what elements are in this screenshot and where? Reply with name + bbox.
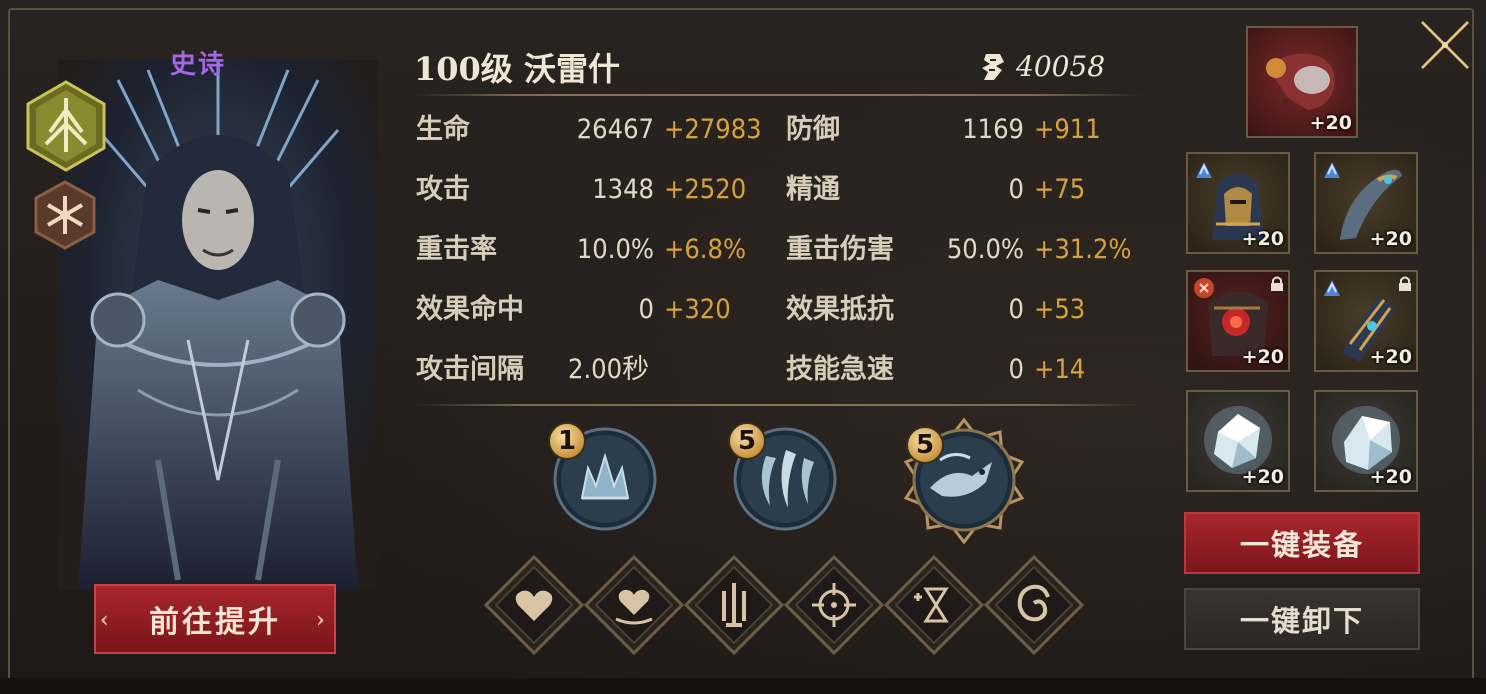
attr-haste-button[interactable] — [883, 554, 985, 656]
stat-bonus: +6.8% — [664, 234, 747, 265]
close-icon — [1420, 20, 1470, 70]
stat-base: 1348 — [592, 174, 654, 205]
stat-label: 攻击间隔 — [416, 354, 524, 385]
stat-effect-resist: 效果抵抗 0 +53 — [786, 292, 1146, 328]
stat-label: 精通 — [786, 174, 840, 205]
crosshair-icon — [783, 554, 885, 656]
stat-bonus: +75 — [1034, 174, 1086, 205]
stat-base: 1169 — [962, 114, 1024, 145]
goto-upgrade-label: 前往提升 — [149, 605, 281, 640]
header-divider — [414, 94, 1144, 96]
stat-crit-damage: 重击伤害 50.0% +31.2% — [786, 232, 1146, 268]
equip-slot-helmet[interactable]: +20 — [1186, 152, 1290, 254]
hourglass-plus-icon — [883, 554, 985, 656]
equip-level: +20 — [1241, 466, 1284, 488]
goto-upgrade-button[interactable]: ‹ 前往提升 › — [94, 584, 336, 654]
stat-bonus: +14 — [1034, 354, 1086, 385]
class-icon — [26, 80, 106, 172]
equip-slot-weapon[interactable]: +20 — [1246, 26, 1358, 138]
stat-bonus: +2520 — [664, 174, 747, 205]
equip-slot-crystal-2[interactable]: +20 — [1314, 390, 1418, 492]
attr-hp-button[interactable] — [483, 554, 585, 656]
equip-slot-blade[interactable]: +20 — [1314, 152, 1418, 254]
stat-label: 防御 — [786, 114, 840, 145]
combat-power: 40058 — [980, 50, 1105, 83]
equip-level: +20 — [1241, 228, 1284, 250]
stat-crit-rate: 重击率 10.0% +6.8% — [416, 232, 776, 268]
stat-label: 技能急速 — [786, 354, 894, 385]
set-badge-icon — [1196, 162, 1212, 178]
button-deco-right: › — [316, 607, 328, 633]
stat-base: 50.0% — [946, 234, 1024, 265]
skill-level-badge: 1 — [548, 422, 586, 460]
equip-slot-armor[interactable]: +20 — [1186, 270, 1290, 372]
set-badge-icon — [1194, 278, 1214, 298]
stat-mastery: 精通 0 +75 — [786, 172, 1146, 208]
stat-label: 攻击 — [416, 174, 470, 205]
faction-icon — [34, 180, 96, 250]
heart-heal-icon — [583, 554, 685, 656]
equip-slot-crystal-1[interactable]: +20 — [1186, 390, 1290, 492]
equip-level: +20 — [1369, 346, 1412, 368]
power-icon — [982, 53, 1004, 80]
equip-level: +20 — [1309, 112, 1352, 134]
equip-all-button[interactable]: 一键装备 — [1184, 512, 1420, 574]
equip-level: +20 — [1369, 466, 1412, 488]
rarity-label: 史诗 — [170, 50, 227, 80]
attr-crit-button[interactable] — [783, 554, 885, 656]
stat-base: 0 — [1008, 174, 1024, 205]
heart-icon — [483, 554, 585, 656]
stat-label: 重击伤害 — [786, 234, 894, 265]
stat-base: 0 — [638, 294, 654, 325]
power-value: 40058 — [1016, 50, 1106, 83]
set-badge-icon — [1324, 280, 1340, 296]
stat-base: 10.0% — [576, 234, 654, 265]
equip-level: +20 — [1241, 346, 1284, 368]
stat-effect-hit: 效果命中 0 +320 — [416, 292, 776, 328]
stat-label: 生命 — [416, 114, 470, 145]
stat-base: 0 — [1008, 354, 1024, 385]
stat-bonus: +53 — [1034, 294, 1086, 325]
skill-2[interactable]: 5 — [728, 422, 838, 532]
stat-hp: 生命 26467 +27983 — [416, 112, 776, 148]
swirl-icon — [983, 554, 1085, 656]
skill-1[interactable]: 1 — [548, 422, 658, 532]
stat-bonus: +27983 — [664, 114, 762, 145]
stat-attack-interval: 攻击间隔 2.00秒 — [416, 352, 776, 388]
equip-level: +20 — [1369, 228, 1412, 250]
attr-heal-button[interactable] — [583, 554, 685, 656]
skill-3-ultimate[interactable]: 5 — [894, 410, 1034, 550]
skill-level-badge: 5 — [728, 422, 766, 460]
stat-bonus: +31.2% — [1034, 234, 1132, 265]
stat-attack: 攻击 1348 +2520 — [416, 172, 776, 208]
stat-base: 2.00秒 — [568, 354, 650, 385]
lock-icon — [1399, 276, 1411, 291]
hero-portrait — [58, 60, 378, 590]
lock-icon — [1271, 276, 1283, 291]
stats-divider — [414, 404, 1144, 406]
attr-special-button[interactable] — [983, 554, 1085, 656]
hero-title: 100级 沃雷什 — [414, 50, 620, 88]
stat-label: 效果命中 — [416, 294, 524, 325]
stat-bonus: +320 — [664, 294, 731, 325]
stat-skill-haste: 技能急速 0 +14 — [786, 352, 1146, 388]
skill-level-badge: 5 — [906, 426, 944, 464]
stat-label: 重击率 — [416, 234, 497, 265]
attr-attack-button[interactable] — [683, 554, 785, 656]
stat-base: 26467 — [576, 114, 654, 145]
set-badge-icon — [1324, 162, 1340, 178]
unequip-all-button[interactable]: 一键卸下 — [1184, 588, 1420, 650]
stat-base: 0 — [1008, 294, 1024, 325]
button-deco-left: ‹ — [100, 607, 112, 633]
swords-icon — [683, 554, 785, 656]
stat-label: 效果抵抗 — [786, 294, 894, 325]
stat-bonus: +911 — [1034, 114, 1101, 145]
close-button[interactable] — [1414, 14, 1476, 76]
equip-slot-bracer[interactable]: +20 — [1314, 270, 1418, 372]
bottom-strip — [0, 678, 1486, 694]
stat-defense: 防御 1169 +911 — [786, 112, 1146, 148]
